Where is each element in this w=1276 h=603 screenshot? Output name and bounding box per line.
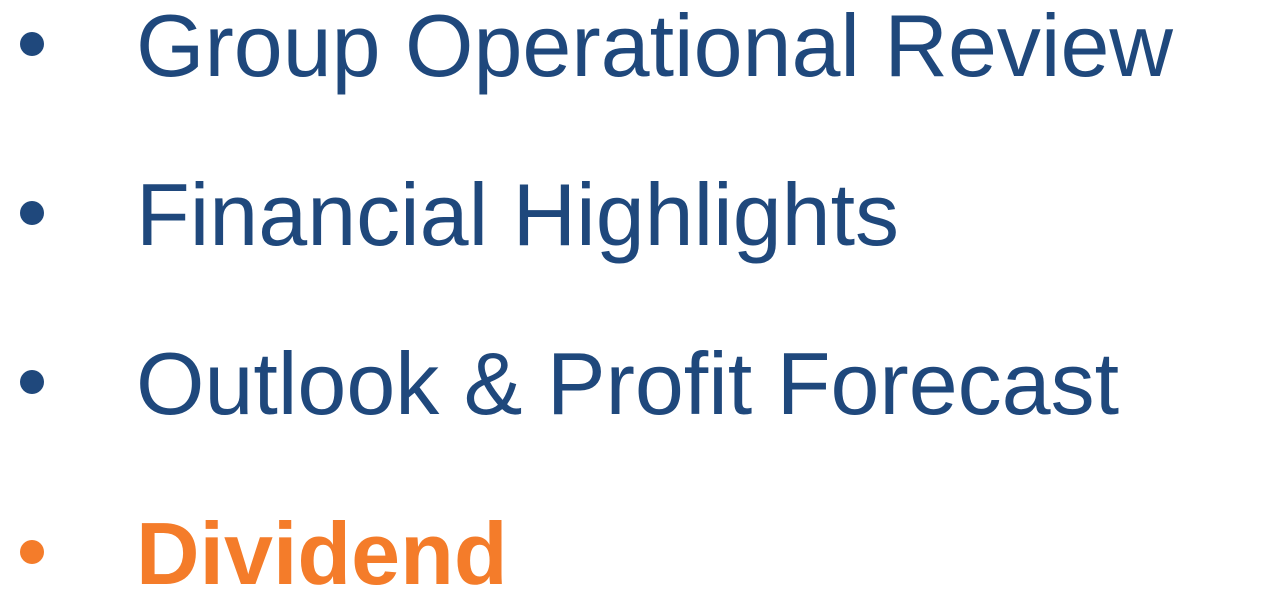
agenda-item-label: Group Operational Review: [136, 0, 1173, 95]
bullet-dot-icon: [20, 540, 44, 564]
agenda-item-outlook-profit-forecast: Outlook & Profit Forecast: [0, 330, 1276, 450]
bullet-dot-icon: [20, 370, 44, 394]
agenda-item-label: Financial Highlights: [136, 165, 900, 264]
agenda-slide: Group Operational Review Financial Highl…: [0, 0, 1276, 603]
agenda-item-label: Outlook & Profit Forecast: [136, 334, 1120, 433]
agenda-list: Group Operational Review Financial Highl…: [0, 0, 1276, 603]
bullet-dot-icon: [20, 201, 44, 225]
agenda-item-label: Dividend: [136, 504, 508, 603]
bullet-dot-icon: [20, 32, 44, 56]
agenda-item-group-operational-review: Group Operational Review: [0, 0, 1276, 112]
agenda-item-dividend: Dividend: [0, 500, 1276, 603]
agenda-item-financial-highlights: Financial Highlights: [0, 161, 1276, 281]
